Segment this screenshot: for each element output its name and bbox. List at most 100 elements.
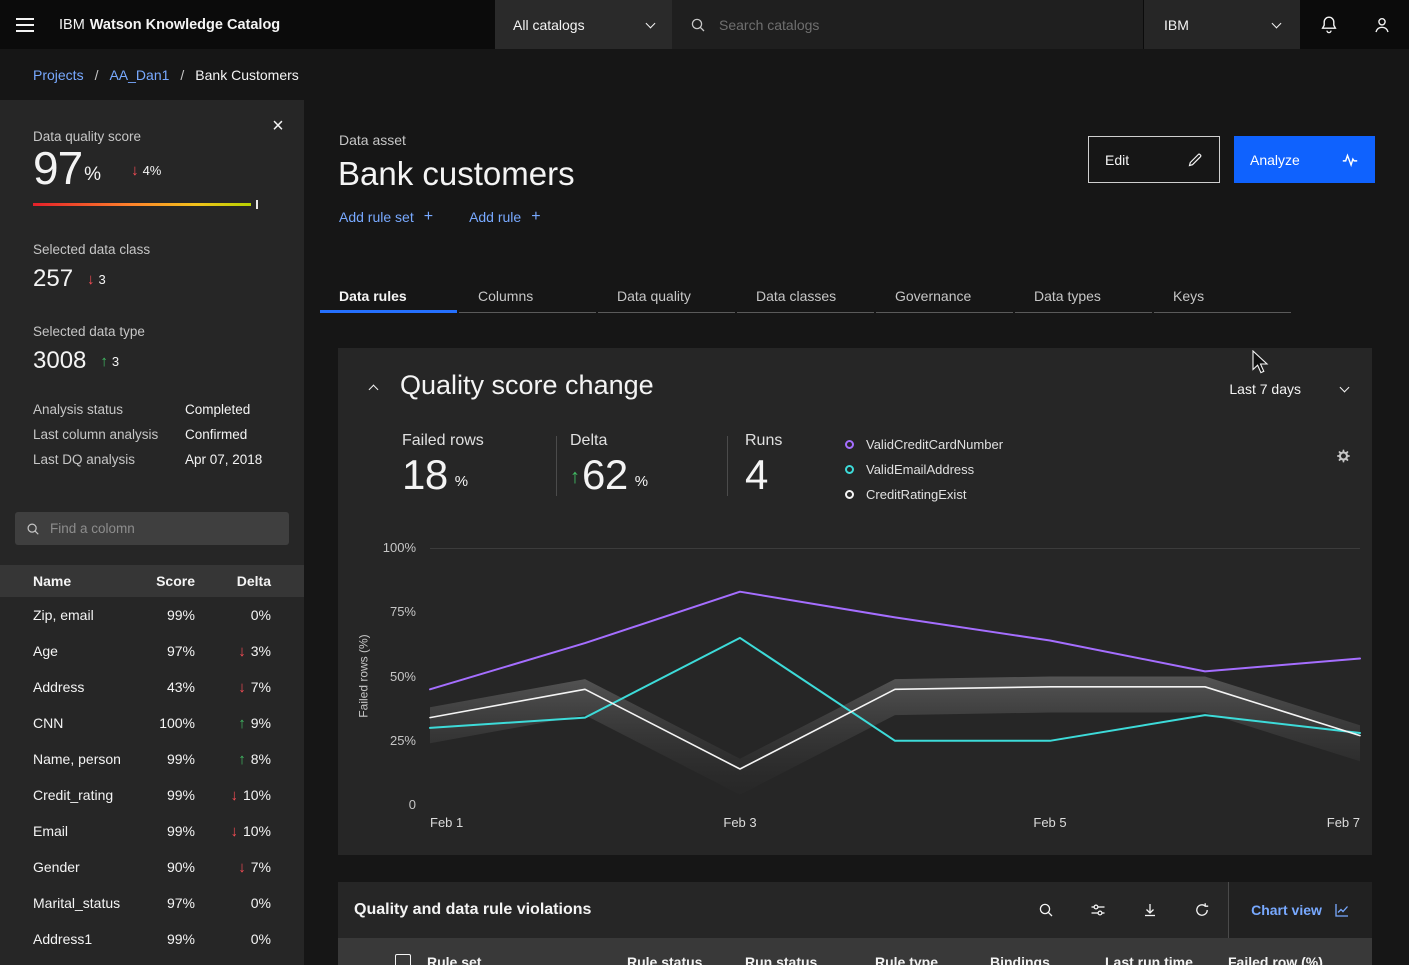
column-name: Credit_rating [33,787,139,803]
user-profile-button[interactable] [1357,0,1406,49]
breadcrumb-item-bank-customers: Bank Customers [195,67,298,83]
analyze-button[interactable]: Analyze [1234,136,1375,183]
download-button[interactable] [1124,882,1176,938]
arrow-down-icon: ↓ [230,824,238,839]
app-brand: IBM Watson Knowledge Catalog [59,0,280,49]
chart-view-label: Chart view [1251,902,1322,918]
arrow-up-icon: ↑ [238,716,246,731]
column-delta: ↓7% [195,859,271,875]
account-dropdown[interactable]: IBM [1143,0,1300,49]
add-rule-label: Add rule [469,209,521,225]
tab-data-types[interactable]: Data types [1015,280,1152,313]
column-score: 99% [139,931,195,947]
table-row[interactable]: Marital_status97%0% [0,885,304,921]
select-all-checkbox[interactable] [395,954,411,965]
table-row[interactable]: CNN100%↑9% [0,705,304,741]
score-delta-value: 4% [143,163,162,178]
violations-column-last-run-time[interactable]: Last run time [1105,954,1228,965]
hamburger-menu-icon[interactable] [0,0,49,49]
table-row[interactable]: Age97%↓3% [0,633,304,669]
delta-value: 10% [243,787,271,803]
tab-governance[interactable]: Governance [876,280,1013,313]
tab-keys[interactable]: Keys [1154,280,1291,313]
all-catalogs-dropdown[interactable]: All catalogs [495,0,672,49]
tab-columns[interactable]: Columns [459,280,596,313]
analyze-button-label: Analyze [1250,152,1300,168]
chart-view-toggle[interactable]: Chart view [1228,882,1372,938]
chart-settings-button[interactable] [1330,445,1354,469]
table-row[interactable]: Gender90%↓7% [0,849,304,885]
runs-label: Runs [745,432,782,450]
pencil-icon [1187,152,1203,168]
add-rule-link[interactable]: Add rule + [469,209,541,225]
column-delta: ↑8% [195,751,271,767]
data-class-label: Selected data class [33,242,150,257]
column-name: Address1 [33,931,139,947]
table-row[interactable]: Credit_rating99%↓10% [0,777,304,813]
column-name: Zip, email [33,607,139,623]
legend-label: ValidCreditCardNumber [866,437,1003,452]
search-button[interactable] [1020,882,1072,938]
tab-label: Governance [876,280,1013,304]
main-content: Data asset Bank customers Add rule set +… [304,100,1409,965]
violations-column-rule-set[interactable]: Rule set [427,954,627,965]
add-rule-set-link[interactable]: Add rule set + [339,209,433,225]
violations-column-bindings[interactable]: Bindings [990,954,1105,965]
violations-title: Quality and data rule violations [354,882,591,938]
delta-value: 7% [251,679,271,695]
legend-item-creditratingexist[interactable]: CreditRatingExist [845,482,1003,507]
quality-score-value: 97 % ↓ 4% [33,145,161,191]
violations-column-rule-status[interactable]: Rule status [627,954,745,965]
tab-data-rules[interactable]: Data rules [320,280,457,313]
tab-data-classes[interactable]: Data classes [737,280,874,313]
column-header-score[interactable]: Score [139,573,195,589]
filter-sliders-icon [1090,902,1106,918]
violations-column-run-status[interactable]: Run status [745,954,875,965]
violations-column-rule-type[interactable]: Rule type [875,954,990,965]
data-class-delta-value: 3 [99,272,106,287]
refresh-button[interactable] [1176,882,1228,938]
table-row[interactable]: Address199% 0% [0,921,304,957]
column-header-delta[interactable]: Delta [195,573,271,589]
search-icon [690,17,706,33]
table-row[interactable]: Zip, email99%0% [0,597,304,633]
legend-dot-icon [845,490,854,499]
delta-value: 10% [243,823,271,839]
time-range-dropdown[interactable]: Last 7 days [1229,381,1348,397]
table-row[interactable]: Address43%↓7% [0,669,304,705]
score-delta: ↓ 4% [131,163,161,178]
breadcrumb-item-projects[interactable]: Projects [33,67,84,83]
legend-item-validemailaddress[interactable]: ValidEmailAddress [845,457,1003,482]
add-links: Add rule set + Add rule + [339,209,541,225]
add-rule-set-label: Add rule set [339,209,414,225]
column-name: Age [33,643,139,659]
column-delta: ↓ 10% [195,823,271,839]
violations-column-failed-row[interactable]: Failed row (%) [1228,954,1368,965]
delta-value: 0% [251,931,271,947]
tab-data-quality[interactable]: Data quality [598,280,735,313]
search-catalogs-input[interactable] [719,17,1125,33]
runs-stat: Runs 4 [745,432,782,497]
x-tick-label: Feb 3 [723,815,756,830]
notifications-button[interactable] [1304,0,1353,49]
column-delta: 0% [195,607,271,623]
breadcrumb-item-aa-dan1[interactable]: AA_Dan1 [109,67,169,83]
score-unit: % [84,164,101,186]
chart-card-title: Quality score change [400,370,654,401]
stat-divider [727,436,728,496]
find-column-input[interactable] [50,521,278,536]
data-type-delta: ↑ 3 [100,354,119,369]
meta-value: Confirmed [185,427,247,442]
column-header-name[interactable]: Name [33,573,139,589]
filter-button[interactable] [1072,882,1124,938]
delta-value: 8% [251,751,271,767]
edit-button[interactable]: Edit [1088,136,1220,183]
meta-row: Last DQ analysisApr 07, 2018 [33,447,273,472]
quality-line-chart[interactable] [430,548,1360,805]
legend-item-validcreditcardnumber[interactable]: ValidCreditCardNumber [845,432,1003,457]
close-icon[interactable]: × [262,110,294,142]
plus-icon: + [531,209,540,225]
tab-label: Keys [1154,280,1291,304]
table-row[interactable]: Email99%↓10% [0,813,304,849]
table-row[interactable]: Name, person99%↑8% [0,741,304,777]
